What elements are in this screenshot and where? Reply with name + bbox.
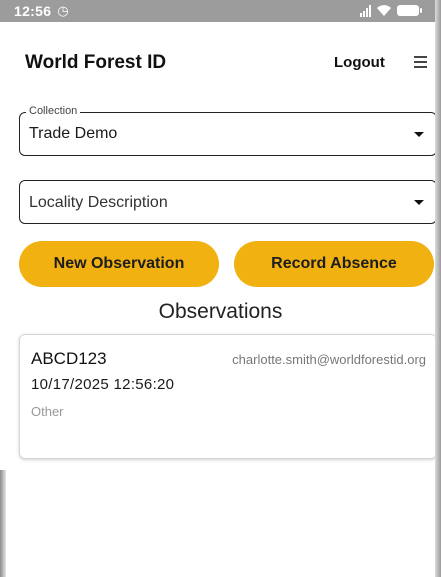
status-time: 12:56 — [14, 3, 52, 19]
observation-id: ABCD123 — [31, 349, 107, 368]
hamburger-menu-icon[interactable] — [414, 56, 427, 68]
observations-heading: Observations — [158, 300, 283, 323]
dropdown-arrow-icon[interactable] — [414, 132, 424, 137]
signal-icon — [360, 3, 371, 17]
wifi-icon — [377, 5, 391, 16]
app-screen: 12:56 ◷ World Forest ID Logout Collectio… — [0, 0, 441, 577]
record-absence-button[interactable]: Record Absence — [234, 241, 434, 287]
battery-icon — [397, 4, 422, 16]
observation-email: charlotte.smith@worldforestid.org — [232, 352, 426, 367]
status-bar: 12:56 ◷ — [0, 0, 441, 22]
dropdown-arrow-icon[interactable] — [414, 200, 424, 205]
app-title: World Forest ID — [25, 52, 167, 73]
observation-datetime: 10/17/2025 12:56:20 — [31, 376, 175, 393]
locality-placeholder: Locality Description — [29, 194, 168, 211]
device-edge — [0, 470, 6, 577]
locality-description-select[interactable]: Locality Description — [19, 180, 437, 224]
device-edge — [435, 0, 441, 577]
new-observation-button[interactable]: New Observation — [19, 241, 219, 287]
collection-select[interactable]: Collection Trade Demo — [19, 105, 437, 156]
logout-button[interactable]: Logout — [334, 54, 385, 71]
collection-label: Collection — [26, 105, 81, 117]
observation-card[interactable]: ABCD123 charlotte.smith@worldforestid.or… — [19, 334, 437, 459]
status-icons — [360, 3, 422, 17]
collection-value: Trade Demo — [29, 125, 118, 142]
clock-icon: ◷ — [57, 3, 69, 18]
observation-type: Other — [31, 404, 64, 419]
